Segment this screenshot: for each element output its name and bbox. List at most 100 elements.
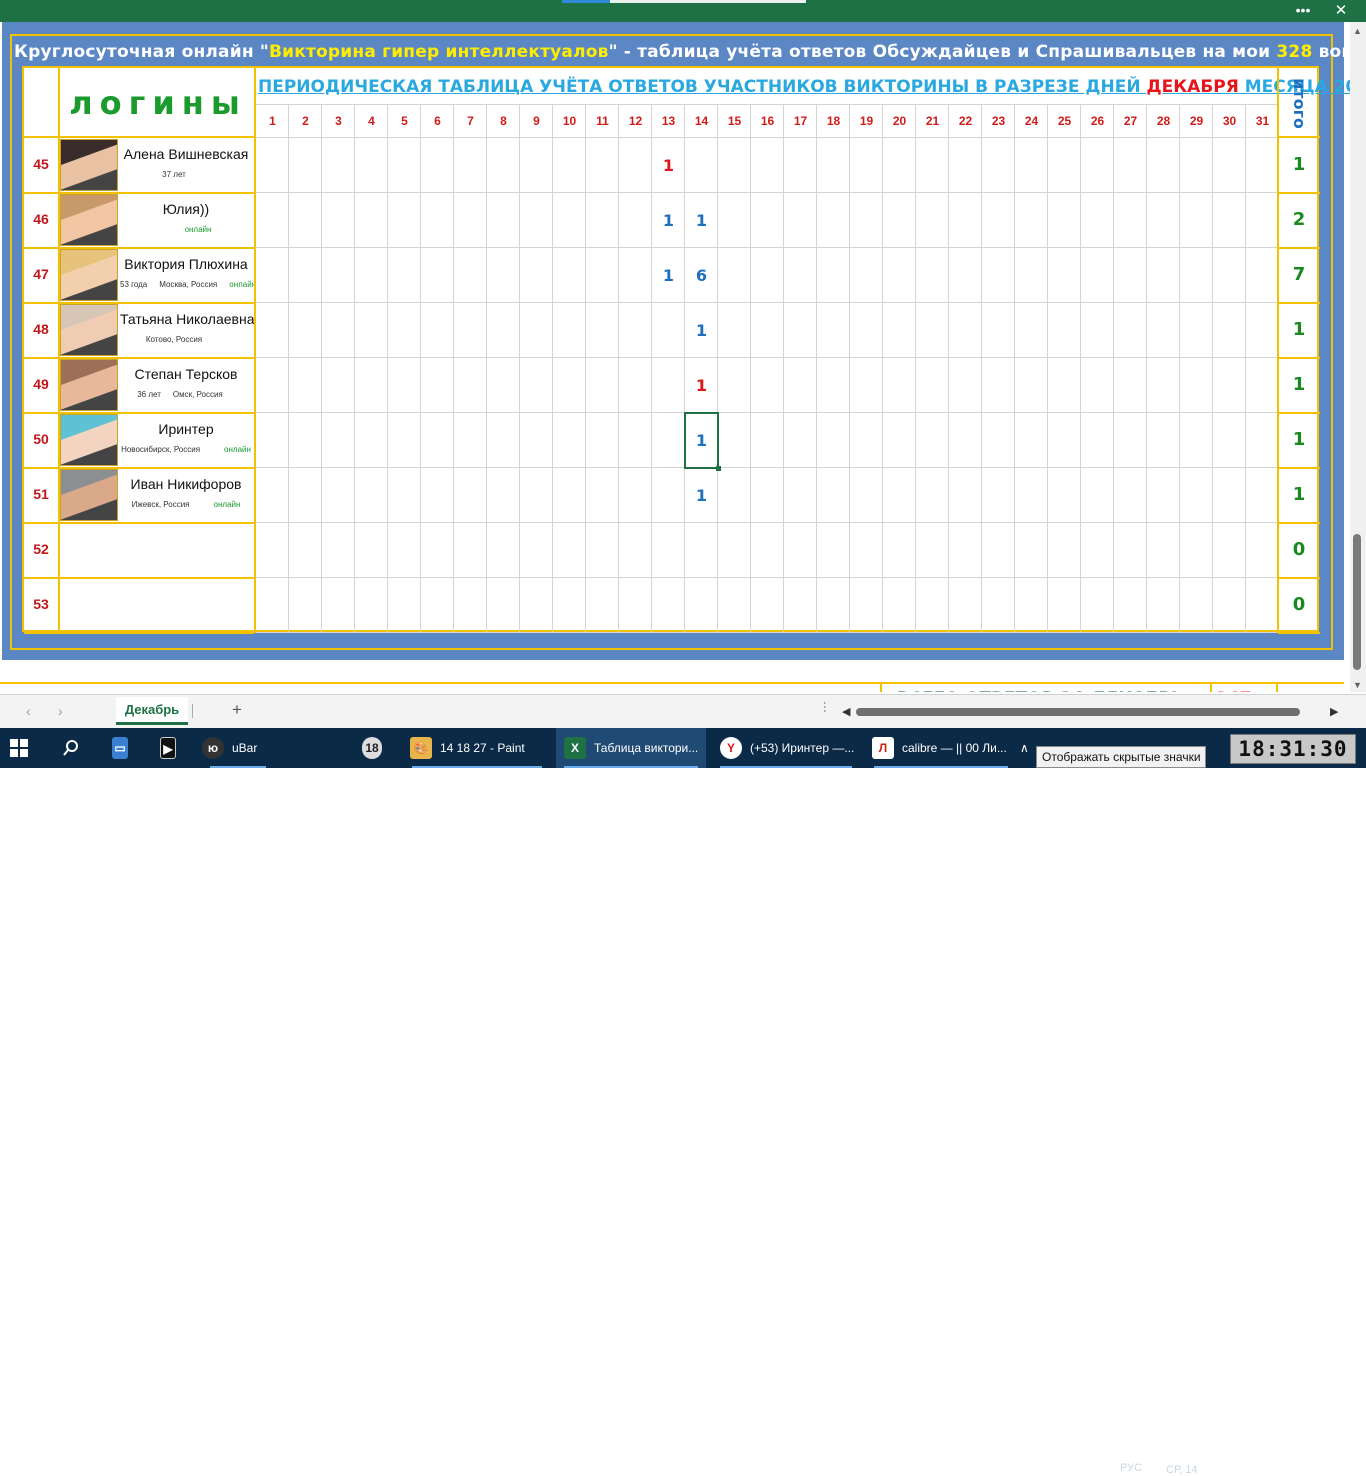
grid-cell[interactable] <box>883 248 916 303</box>
grid-cell[interactable] <box>619 303 652 358</box>
row-total[interactable]: 0 <box>1280 594 1318 615</box>
grid-cell[interactable] <box>520 358 553 413</box>
grid-cell[interactable] <box>256 193 289 248</box>
grid-cell[interactable] <box>586 413 619 468</box>
grid-cell[interactable] <box>1147 468 1180 523</box>
answer-count[interactable]: 1 <box>652 156 685 175</box>
grid-cell[interactable] <box>784 413 817 468</box>
grid-cell[interactable] <box>619 138 652 193</box>
grid-cell[interactable] <box>916 248 949 303</box>
grid-cell[interactable] <box>883 303 916 358</box>
grid-cell[interactable] <box>487 138 520 193</box>
grid-cell[interactable] <box>1213 523 1246 578</box>
grid-cell[interactable] <box>652 303 685 358</box>
grid-cell[interactable] <box>949 138 982 193</box>
grid-cell[interactable] <box>1015 248 1048 303</box>
user-name[interactable]: Иван Никифоров <box>120 476 252 492</box>
row-total[interactable]: 7 <box>1280 264 1318 285</box>
grid-cell[interactable] <box>1114 138 1147 193</box>
grid-cell[interactable] <box>1246 248 1279 303</box>
grid-cell[interactable] <box>784 193 817 248</box>
answer-count[interactable]: 1 <box>685 321 718 340</box>
row-total[interactable]: 0 <box>1280 539 1318 560</box>
scroll-down-icon[interactable]: ▼ <box>1353 680 1362 690</box>
grid-cell[interactable] <box>718 413 751 468</box>
grid-cell[interactable] <box>454 468 487 523</box>
grid-cell[interactable] <box>421 303 454 358</box>
grid-cell[interactable] <box>388 358 421 413</box>
grid-cell[interactable] <box>982 358 1015 413</box>
grid-cell[interactable] <box>850 358 883 413</box>
grid-cell[interactable] <box>322 578 355 633</box>
grid-cell[interactable] <box>1147 523 1180 578</box>
grid-cell[interactable] <box>817 358 850 413</box>
grid-cell[interactable] <box>1147 358 1180 413</box>
grid-cell[interactable] <box>1180 248 1213 303</box>
language-indicator[interactable]: РУС <box>1120 1462 1142 1474</box>
grid-cell[interactable] <box>949 523 982 578</box>
selected-cell[interactable] <box>684 412 721 471</box>
grid-cell[interactable] <box>1081 523 1114 578</box>
tab-december[interactable]: Декабрь <box>116 697 188 725</box>
grid-cell[interactable] <box>916 468 949 523</box>
user-name[interactable]: Юлия)) <box>120 201 252 217</box>
grid-cell[interactable] <box>817 578 850 633</box>
grid-cell[interactable] <box>718 578 751 633</box>
row-total[interactable]: 1 <box>1280 374 1318 395</box>
answer-count[interactable]: 6 <box>685 266 718 285</box>
grid-cell[interactable] <box>949 303 982 358</box>
grid-cell[interactable] <box>322 303 355 358</box>
grid-cell[interactable] <box>1048 193 1081 248</box>
grid-cell[interactable] <box>256 578 289 633</box>
fill-handle[interactable] <box>716 466 721 471</box>
grid-cell[interactable] <box>256 303 289 358</box>
grid-cell[interactable] <box>718 523 751 578</box>
avatar[interactable] <box>60 469 118 521</box>
grid-cell[interactable] <box>619 468 652 523</box>
grid-cell[interactable] <box>883 358 916 413</box>
grid-cell[interactable] <box>421 523 454 578</box>
grid-cell[interactable] <box>883 193 916 248</box>
row-total[interactable]: 2 <box>1280 209 1318 230</box>
grid-cell[interactable] <box>322 138 355 193</box>
grid-cell[interactable] <box>784 468 817 523</box>
grid-cell[interactable] <box>784 523 817 578</box>
user-name[interactable]: Алена Вишневская <box>120 146 252 162</box>
grid-cell[interactable] <box>1246 358 1279 413</box>
grid-cell[interactable] <box>487 523 520 578</box>
grid-cell[interactable] <box>487 248 520 303</box>
row-total[interactable]: 1 <box>1280 319 1318 340</box>
grid-cell[interactable] <box>718 303 751 358</box>
grid-cell[interactable] <box>1180 578 1213 633</box>
grid-cell[interactable] <box>454 138 487 193</box>
grid-cell[interactable] <box>784 578 817 633</box>
grid-cell[interactable] <box>487 193 520 248</box>
grid-cell[interactable] <box>289 248 322 303</box>
grid-cell[interactable] <box>586 303 619 358</box>
grid-cell[interactable] <box>718 468 751 523</box>
grid-cell[interactable] <box>322 523 355 578</box>
media-player-icon[interactable]: ▶ <box>160 728 184 768</box>
grid-cell[interactable] <box>1081 468 1114 523</box>
grid-cell[interactable] <box>949 248 982 303</box>
avatar[interactable] <box>60 304 118 356</box>
grid-cell[interactable] <box>553 468 586 523</box>
grid-cell[interactable] <box>982 138 1015 193</box>
grid-cell[interactable] <box>289 303 322 358</box>
grid-cell[interactable] <box>751 303 784 358</box>
grid-cell[interactable] <box>1147 303 1180 358</box>
tray-date[interactable]: СР, 14 <box>1166 1464 1198 1476</box>
taskbar-app-ubar[interactable]: ю uBar <box>202 728 274 768</box>
grid-cell[interactable] <box>289 468 322 523</box>
grid-cell[interactable] <box>1081 578 1114 633</box>
grid-cell[interactable] <box>1180 138 1213 193</box>
grid-cell[interactable] <box>520 468 553 523</box>
grid-cell[interactable] <box>1147 193 1180 248</box>
grid-cell[interactable] <box>454 523 487 578</box>
grid-cell[interactable] <box>982 468 1015 523</box>
grid-cell[interactable] <box>1246 468 1279 523</box>
grid-cell[interactable] <box>322 193 355 248</box>
grid-cell[interactable] <box>652 413 685 468</box>
grid-cell[interactable] <box>1048 358 1081 413</box>
grid-cell[interactable] <box>355 248 388 303</box>
